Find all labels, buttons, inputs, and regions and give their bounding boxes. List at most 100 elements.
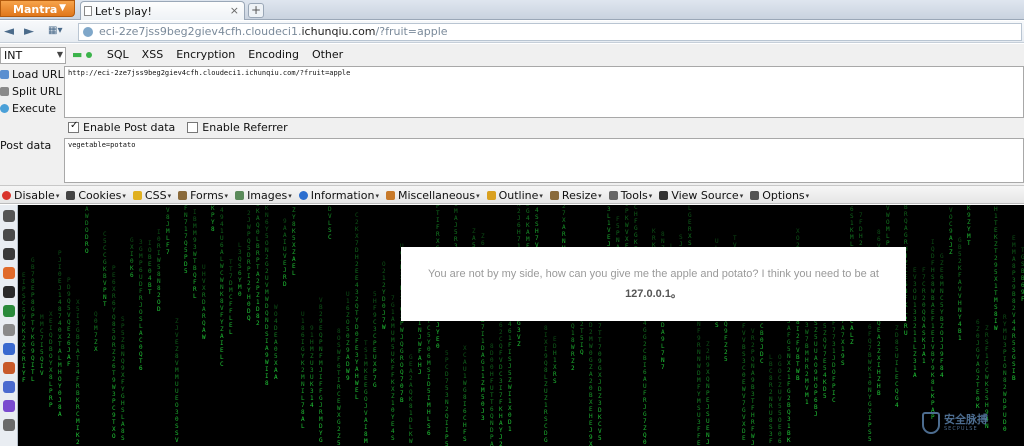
tab-lets-play[interactable]: Let's play! ×	[80, 1, 245, 20]
menu-sql[interactable]: SQL	[107, 48, 129, 61]
svg-text:8: 8	[1012, 263, 1016, 270]
type-select[interactable]: INT ▼	[0, 47, 66, 64]
svg-text:I: I	[148, 240, 152, 247]
wd-outline[interactable]: Outline ▾	[486, 188, 543, 203]
new-tab-button[interactable]: +	[248, 3, 264, 18]
svg-text:Y: Y	[967, 226, 971, 233]
sidebar-tool-icon[interactable]	[3, 400, 15, 412]
tab-bar: Mantra ▼ Let's play! × +	[0, 0, 1024, 20]
back-icon[interactable]: ◄	[4, 24, 14, 39]
svg-text:1: 1	[364, 354, 368, 361]
menu-encryption[interactable]: Encryption	[176, 48, 235, 61]
wd-forms[interactable]: Forms ▾	[178, 188, 228, 203]
svg-text:O: O	[913, 288, 917, 295]
wd-resize[interactable]: Resize ▾	[549, 188, 602, 203]
enable-post-checkbox[interactable]: Enable Post data	[68, 120, 175, 134]
sidebar-tool-icon[interactable]	[3, 343, 15, 355]
svg-text:F: F	[391, 365, 395, 372]
svg-text:G: G	[940, 253, 944, 260]
wd-disable[interactable]: Disable ▾	[2, 188, 59, 203]
svg-text:M: M	[310, 346, 314, 353]
mantra-menu-button[interactable]: Mantra ▼	[0, 0, 75, 17]
menu-xss[interactable]: XSS	[142, 48, 164, 61]
menu-other[interactable]: Other	[312, 48, 343, 61]
load-url-button[interactable]: Load URL	[0, 68, 64, 85]
enable-referrer-checkbox[interactable]: Enable Referrer	[187, 121, 288, 134]
wd-cookies[interactable]: Cookies ▾	[66, 188, 126, 203]
svg-text:5: 5	[985, 388, 989, 395]
svg-text:N: N	[706, 383, 710, 390]
menu-encoding[interactable]: Encoding	[248, 48, 299, 61]
wd-view-source[interactable]: View Source ▾	[659, 188, 743, 203]
sidebar-tool-icon[interactable]	[3, 248, 15, 260]
svg-text:6: 6	[67, 340, 71, 347]
sidebar-tool-icon[interactable]	[3, 381, 15, 393]
sidebar-tool-icon[interactable]	[3, 286, 15, 298]
enable-referrer-label: Enable Referrer	[202, 121, 288, 134]
svg-text:G: G	[643, 334, 647, 341]
sidebar-tool-icon[interactable]	[3, 305, 15, 317]
svg-text:B: B	[400, 397, 404, 404]
svg-text:S: S	[850, 213, 854, 220]
execute-button[interactable]: Execute	[0, 102, 64, 119]
svg-text:7: 7	[517, 236, 521, 243]
svg-text:5: 5	[157, 264, 161, 271]
svg-text:2: 2	[724, 349, 728, 356]
svg-text:1: 1	[58, 292, 62, 299]
svg-text:7: 7	[661, 364, 665, 371]
svg-text:Q: Q	[787, 409, 791, 416]
sidebar-tool-icon[interactable]	[3, 210, 15, 222]
svg-text:E: E	[67, 326, 71, 333]
address-bar[interactable]: eci-2ze7jss9beg2giev4cfh.cloudeci1.ichun…	[78, 23, 1022, 41]
split-url-button[interactable]: Split URL	[0, 85, 64, 102]
wd-tools[interactable]: Tools ▾	[608, 188, 652, 203]
sidebar-tool-icon[interactable]	[3, 229, 15, 241]
wd-options[interactable]: Options ▾	[750, 188, 809, 203]
svg-text:F: F	[634, 218, 638, 225]
svg-text:C: C	[940, 295, 944, 302]
svg-text:G: G	[688, 212, 692, 219]
wd-images[interactable]: Images ▾	[235, 188, 292, 203]
svg-text:F: F	[463, 429, 467, 436]
history-icon[interactable]: ▦▾	[48, 25, 62, 36]
svg-text:5: 5	[814, 334, 818, 341]
svg-text:2: 2	[256, 278, 260, 285]
svg-text:2: 2	[76, 439, 80, 446]
svg-text:S: S	[697, 405, 701, 412]
forward-icon[interactable]: ►	[24, 24, 34, 39]
svg-text:5: 5	[616, 223, 620, 230]
svg-text:V: V	[220, 305, 224, 312]
svg-text:E: E	[823, 358, 827, 365]
svg-text:S: S	[868, 429, 872, 436]
wd-css[interactable]: CSS ▾	[132, 188, 171, 203]
svg-text:U: U	[778, 389, 782, 396]
load-url-icon	[0, 70, 9, 79]
sidebar-tool-icon[interactable]	[3, 267, 15, 279]
svg-text:F: F	[787, 332, 791, 339]
sidebar-tool-icon[interactable]	[3, 419, 15, 431]
svg-text:B: B	[49, 346, 53, 353]
svg-text:7: 7	[562, 210, 566, 217]
svg-text:H: H	[463, 422, 467, 429]
svg-text:9: 9	[940, 351, 944, 358]
svg-text:L: L	[607, 213, 611, 220]
svg-text:H: H	[958, 300, 962, 307]
svg-text:P: P	[373, 368, 377, 375]
url-textarea[interactable]: http://eci-2ze7jss9beg2giev4cfh.cloudeci…	[64, 66, 1024, 118]
svg-text:1: 1	[409, 410, 413, 417]
post-data-textarea[interactable]: vegetable=potato	[64, 138, 1024, 183]
svg-text:F: F	[922, 267, 926, 274]
wd-miscellaneous[interactable]: Miscellaneous ▾	[385, 188, 480, 203]
close-icon[interactable]: ×	[230, 4, 239, 17]
svg-text:C: C	[328, 234, 332, 241]
wd-information[interactable]: Information ▾	[298, 188, 379, 203]
svg-text:A: A	[472, 235, 476, 242]
svg-text:C: C	[373, 319, 377, 326]
sidebar-tool-icon[interactable]	[3, 324, 15, 336]
svg-text:R: R	[751, 335, 755, 342]
sidebar-tool-icon[interactable]	[3, 362, 15, 374]
svg-text:K: K	[625, 215, 629, 222]
svg-text:I: I	[508, 391, 512, 398]
svg-text:W: W	[400, 327, 404, 334]
svg-text:U: U	[706, 418, 710, 425]
